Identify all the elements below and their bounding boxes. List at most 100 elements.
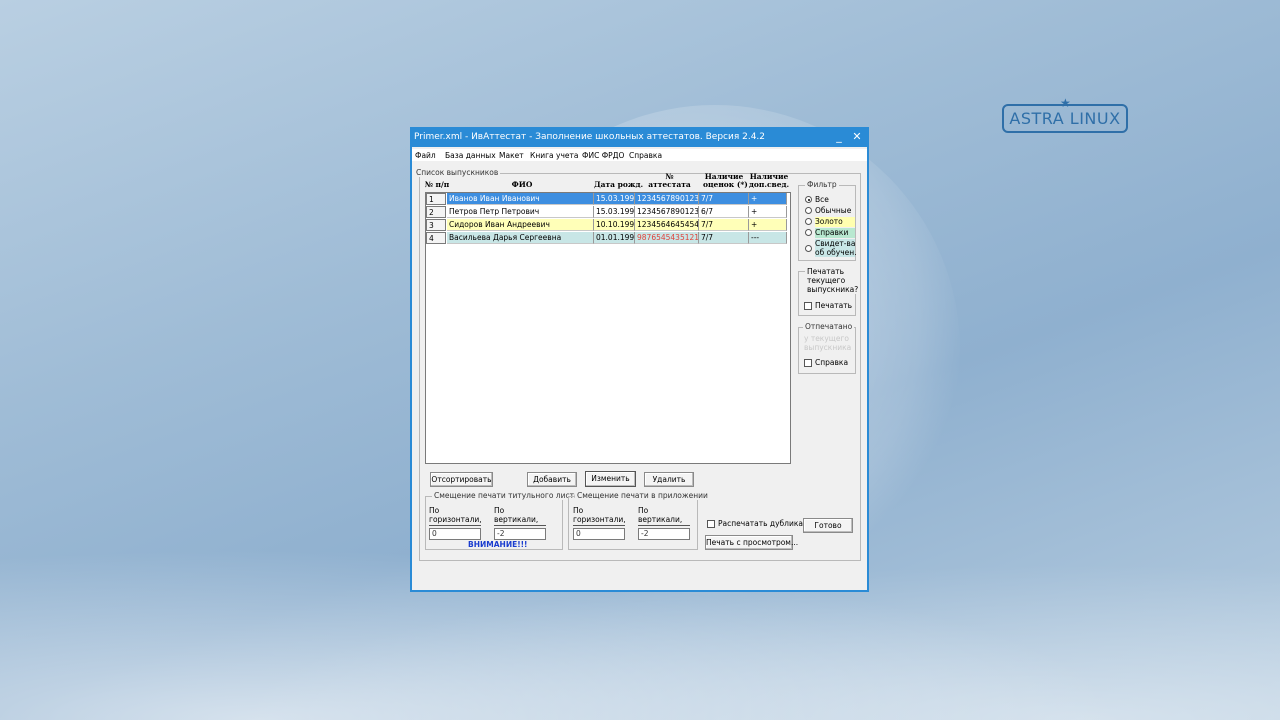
radio-study[interactable] xyxy=(805,245,812,252)
print-current-group: Печатать текущего выпускника? Печатать xyxy=(798,267,861,316)
filter-gold-label: Золото xyxy=(815,217,855,227)
cell-grades: 7/7 xyxy=(699,232,749,244)
print-current-title-line1: Печатать xyxy=(807,267,845,276)
menu-layout[interactable]: Макет xyxy=(499,151,524,160)
cell-num: 4 xyxy=(426,232,446,244)
title-h-label: По горизонтали, xyxy=(429,506,482,524)
appendix-v-label-line1: По xyxy=(638,506,649,515)
done-button[interactable]: Готово xyxy=(803,518,853,533)
reference-checkbox-label: Справка xyxy=(815,358,849,367)
appendix-h-divider xyxy=(573,525,625,526)
cell-fio: Васильева Дарья Сергеевна xyxy=(447,232,594,244)
radio-gold[interactable] xyxy=(805,218,812,225)
cell-grades: 7/7 xyxy=(699,193,749,205)
title-v-divider xyxy=(494,525,546,526)
filter-study-label: Свидет-ва об обучен. xyxy=(815,239,857,257)
table-row[interactable]: 2 Петров Петр Петрович 15.03.1994 123456… xyxy=(426,206,787,218)
print-current-checkbox[interactable] xyxy=(804,302,812,310)
menu-file[interactable]: Файл xyxy=(415,151,436,160)
logo-text: ASTRA LINUX xyxy=(1009,109,1121,128)
appendix-v-label: По вертикали, xyxy=(638,506,682,524)
menu-fis-frdo[interactable]: ФИС ФРДО xyxy=(582,151,624,160)
minimize-button[interactable]: _ xyxy=(832,130,846,144)
print-current-title-line2: текущего xyxy=(807,276,846,285)
title-h-label-line2: горизонтали, xyxy=(429,515,482,524)
cell-extra: --- xyxy=(749,232,787,244)
edit-button[interactable]: Изменить xyxy=(585,471,636,487)
title-v-label-line1: По xyxy=(494,506,505,515)
appendix-h-label: По горизонтали, xyxy=(573,506,626,524)
radio-all[interactable] xyxy=(805,196,812,203)
cell-cert: 12345678901233 xyxy=(635,206,699,218)
appendix-v-label-line2: вертикали, xyxy=(638,515,683,524)
cell-fio: Иванов Иван Иванович xyxy=(447,193,594,205)
reference-checkbox[interactable] xyxy=(804,359,812,367)
cell-birth: 15.03.1994 xyxy=(594,206,635,218)
app-window: Primer.xml - ИвАттестат - Заполнение шко… xyxy=(410,127,869,592)
appendix-h-offset-input[interactable]: 0 xyxy=(573,528,625,540)
title-offset-title: Смещение печати титульного листа xyxy=(432,491,581,500)
sort-button[interactable]: Отсортировать xyxy=(430,472,493,487)
printed-faded-line2: выпускника xyxy=(804,343,852,352)
printed-faded-line1: у текущего xyxy=(804,334,849,343)
graduates-group-title: Список выпускников xyxy=(414,168,501,177)
cell-extra: + xyxy=(749,193,787,205)
cell-num: 1 xyxy=(426,193,446,205)
appendix-v-offset-input[interactable]: -2 xyxy=(638,528,690,540)
cell-num: 3 xyxy=(426,219,446,231)
filter-study-line1: Свидет-ва xyxy=(815,239,856,248)
appendix-offset-title: Смещение печати в приложении xyxy=(575,491,710,500)
cell-cert: 98765454351219 xyxy=(635,232,699,244)
warning-text: ВНИМАНИЕ!!! xyxy=(468,540,528,549)
menu-database[interactable]: База данных xyxy=(445,151,496,160)
radio-certs[interactable] xyxy=(805,229,812,236)
title-bar[interactable]: Primer.xml - ИвАттестат - Заполнение шко… xyxy=(412,129,867,147)
print-current-title: Печатать текущего выпускника? xyxy=(805,267,861,294)
table-row[interactable]: 3 Сидоров Иван Андреевич 10.10.1999 1234… xyxy=(426,219,787,231)
title-v-label-line2: вертикали, xyxy=(494,515,539,524)
cell-birth: 01.01.1999 xyxy=(594,232,635,244)
title-h-divider xyxy=(429,525,481,526)
appendix-h-label-line2: горизонтали, xyxy=(573,515,626,524)
cell-birth: 15.03.1994 xyxy=(594,193,635,205)
title-h-offset-input[interactable]: 0 xyxy=(429,528,481,540)
close-button[interactable]: ✕ xyxy=(850,130,864,144)
print-current-checkbox-label: Печатать xyxy=(815,301,853,310)
filter-group: Фильтр Все Обычные Золото Справки Свидет… xyxy=(798,180,857,261)
printed-faded-text: у текущего выпускника xyxy=(804,334,851,352)
menu-registry-book[interactable]: Книга учета xyxy=(530,151,578,160)
print-preview-button[interactable]: Печать с просмотром... xyxy=(705,535,798,550)
cell-extra: + xyxy=(749,219,787,231)
cell-num: 2 xyxy=(426,206,446,218)
printed-group: Отпечатано у текущего выпускника Справка xyxy=(798,322,856,374)
add-button[interactable]: Добавить xyxy=(527,472,577,487)
header-birth: Дата рожд. xyxy=(594,180,644,189)
duplicate-checkbox[interactable] xyxy=(707,520,715,528)
graduates-list[interactable]: 1 Иванов Иван Иванович 15.03.1994 123456… xyxy=(425,192,791,464)
title-v-offset-input[interactable]: -2 xyxy=(494,528,546,540)
delete-button[interactable]: Удалить xyxy=(644,472,694,487)
header-extra: Наличие доп.свед. xyxy=(747,173,791,189)
radio-regular[interactable] xyxy=(805,207,812,214)
cell-grades: 6/7 xyxy=(699,206,749,218)
header-cert: № аттестата xyxy=(642,173,697,189)
cell-extra: + xyxy=(749,206,787,218)
filter-certs-label: Справки xyxy=(815,228,855,238)
menu-bar: Файл База данных Макет Книга учета ФИС Ф… xyxy=(412,149,867,161)
cell-cert: 12345646454540 xyxy=(635,219,699,231)
menu-help[interactable]: Справка xyxy=(629,151,662,160)
table-row[interactable]: 4 Васильева Дарья Сергеевна 01.01.1999 9… xyxy=(426,232,787,244)
header-extra-line2: доп.свед. xyxy=(748,180,790,189)
print-current-title-line3: выпускника? xyxy=(807,285,859,294)
header-grades-line2: оценок (*) xyxy=(703,180,748,189)
printed-title: Отпечатано xyxy=(803,322,855,331)
appendix-h-label-line1: По xyxy=(573,506,584,515)
header-grades: Наличие оценок (*) xyxy=(703,173,748,189)
table-row[interactable]: 1 Иванов Иван Иванович 15.03.1994 123456… xyxy=(426,193,787,205)
filter-title: Фильтр xyxy=(805,180,839,189)
cell-cert: 12345678901234 xyxy=(635,193,699,205)
filter-study-line2: об обучен. xyxy=(815,248,857,257)
duplicate-label: Распечатать дубликат xyxy=(718,519,808,528)
header-fio: ФИО xyxy=(511,180,533,189)
title-h-label-line1: По xyxy=(429,506,440,515)
